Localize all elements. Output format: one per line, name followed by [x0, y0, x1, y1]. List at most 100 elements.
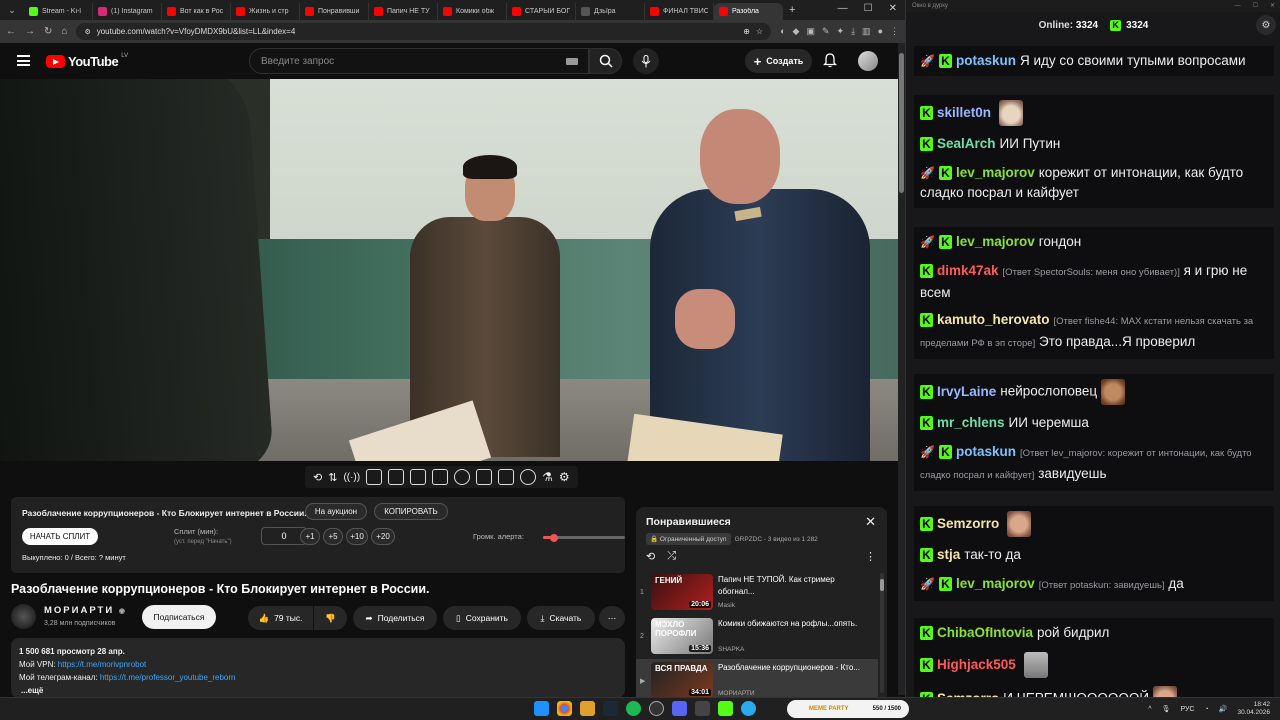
- audio-icon[interactable]: ((·)): [343, 472, 360, 483]
- browser-tab[interactable]: (1) Instagram: [93, 3, 162, 20]
- share-button[interactable]: ➦ Поделиться: [353, 606, 437, 630]
- back-icon[interactable]: ←: [6, 26, 16, 37]
- chat-username[interactable]: Highjack505: [937, 657, 1016, 672]
- subtitles-icon[interactable]: [432, 469, 449, 485]
- telegram-icon[interactable]: [741, 701, 756, 716]
- maximize-icon[interactable]: ☐: [1253, 0, 1258, 12]
- browser-tab[interactable]: СТАРЫЙ БОГ: [507, 3, 576, 20]
- browser-tab[interactable]: Разобла: [714, 3, 783, 20]
- site-info-icon[interactable]: ⚙: [84, 28, 90, 36]
- video-thumbnail[interactable]: ВСЯ ПРАВДА 34:01: [651, 662, 713, 697]
- chat-username[interactable]: lev_majorov: [956, 576, 1035, 591]
- chat-username[interactable]: skillet0n: [937, 105, 991, 120]
- sort-icon[interactable]: ⇅: [328, 471, 337, 484]
- voice-search-button[interactable]: [633, 48, 659, 74]
- save-button[interactable]: ▯ Сохранить: [443, 606, 521, 630]
- chat-username[interactable]: lev_majorov: [956, 234, 1035, 249]
- screenshot-icon[interactable]: [366, 469, 383, 485]
- extension-icon[interactable]: ▣: [806, 26, 815, 37]
- increment-10-button[interactable]: +10: [346, 528, 368, 545]
- loop-playlist-icon[interactable]: ⟲: [646, 550, 655, 563]
- playlist-scrollbar[interactable]: [880, 573, 884, 693]
- browser-tab[interactable]: Stream - Ki-l: [24, 3, 93, 20]
- spotify-icon[interactable]: [626, 701, 641, 716]
- profile-icon[interactable]: ●: [878, 26, 883, 37]
- browser-tab[interactable]: Вот как в Рос: [162, 3, 231, 20]
- close-icon[interactable]: ✕: [889, 3, 897, 14]
- mic-tray-icon[interactable]: 🎙: [1162, 705, 1171, 713]
- chat-username[interactable]: Semzorro: [937, 516, 999, 531]
- playlist-menu-icon[interactable]: ⋮: [865, 550, 876, 563]
- increment-20-button[interactable]: +20: [371, 528, 395, 545]
- chat-username[interactable]: ChibaOfIntovia: [937, 625, 1033, 640]
- close-icon[interactable]: ✕: [1270, 0, 1275, 12]
- video-thumbnail[interactable]: ГЕНИЙ 20:06: [651, 574, 713, 610]
- wifi-icon[interactable]: ◔: [1205, 706, 1209, 713]
- steam-icon[interactable]: [603, 701, 618, 716]
- tray-chevron-icon[interactable]: ^: [1148, 706, 1151, 713]
- like-button[interactable]: 👍 79 тыс.: [248, 606, 313, 630]
- discord-icon[interactable]: [672, 701, 687, 716]
- channel-avatar[interactable]: [11, 604, 36, 629]
- chat-username[interactable]: stja: [937, 547, 960, 562]
- loop-icon[interactable]: ⟲: [313, 471, 322, 484]
- new-tab-button[interactable]: +: [789, 4, 795, 16]
- bookmark-star-icon[interactable]: ☆: [756, 27, 763, 36]
- chat-username[interactable]: mr_chlens: [937, 415, 1005, 430]
- telegram-link[interactable]: https://t.me/professor_youtube_reborn: [100, 673, 236, 682]
- chat-settings-gear-icon[interactable]: ⚙: [1256, 15, 1276, 35]
- chat-username[interactable]: potaskun: [956, 444, 1016, 459]
- download-button[interactable]: ⤓ Скачать: [527, 606, 595, 630]
- keyboard-icon[interactable]: [566, 58, 578, 65]
- browser-tab[interactable]: Понравивши: [300, 3, 369, 20]
- page-scrollbar[interactable]: [898, 43, 905, 695]
- more-actions-button[interactable]: ⋯: [599, 606, 625, 630]
- minimize-icon[interactable]: —: [838, 3, 848, 14]
- browser-tab[interactable]: ФИНАЛ ТВИС: [645, 3, 714, 20]
- camera-icon[interactable]: [520, 469, 537, 485]
- copy-button[interactable]: КОПИРОВАТЬ: [374, 503, 448, 520]
- browser-tab[interactable]: Комики обж: [438, 3, 507, 20]
- chat-username[interactable]: kamuto_herovato: [937, 312, 1050, 327]
- chat-username[interactable]: dimk47ak: [937, 263, 999, 278]
- menu-dots-icon[interactable]: ⋮: [890, 26, 899, 37]
- search-button[interactable]: [589, 48, 622, 74]
- cinema-icon[interactable]: [498, 469, 515, 485]
- download-icon[interactable]: ⤓: [851, 26, 855, 37]
- playlist-item[interactable]: ▶ ВСЯ ПРАВДА 34:01 Разоблачение коррупционе…: [636, 659, 878, 697]
- flask-icon[interactable]: ⚗: [542, 470, 553, 484]
- shuffle-icon[interactable]: ⤮: [667, 550, 676, 563]
- hamburger-menu-icon[interactable]: [17, 55, 30, 66]
- user-avatar[interactable]: [858, 51, 878, 71]
- tab-search-icon[interactable]: ⌄: [4, 3, 20, 17]
- browser-tab[interactable]: Папич НЕ ТУ: [369, 3, 438, 20]
- app-icon[interactable]: [695, 701, 710, 716]
- chrome-icon[interactable]: [557, 701, 572, 716]
- add-box-icon[interactable]: [476, 469, 493, 485]
- search-input[interactable]: Введите запрос: [249, 48, 589, 74]
- youtube-logo[interactable]: YouTube LV: [46, 53, 128, 69]
- chat-username[interactable]: IrvyLaine: [937, 384, 996, 399]
- increment-1-button[interactable]: +1: [300, 528, 320, 545]
- meme-party-widget[interactable]: MEME PARTY 550 / 1500: [787, 700, 909, 718]
- chat-username[interactable]: SealArch: [937, 136, 996, 151]
- close-playlist-icon[interactable]: ✕: [865, 514, 876, 530]
- browser-tab[interactable]: Дзьїра: [576, 3, 645, 20]
- playlist-item[interactable]: 2 МЭХЛО ПОРОФЛИ 15:36 Комики обижаются на р…: [636, 615, 878, 659]
- dislike-button[interactable]: 👎: [314, 606, 347, 630]
- home-icon[interactable]: ⌂: [61, 26, 67, 37]
- subscribe-button[interactable]: Подписаться: [142, 605, 216, 629]
- browser-tab[interactable]: Жизнь и стр: [231, 3, 300, 20]
- increment-5-button[interactable]: +5: [323, 528, 343, 545]
- video-thumbnail[interactable]: МЭХЛО ПОРОФЛИ 15:36: [651, 618, 713, 654]
- alert-volume-slider[interactable]: [543, 533, 625, 542]
- film-icon[interactable]: [388, 469, 405, 485]
- create-button[interactable]: + Создать: [745, 49, 812, 73]
- channel-name[interactable]: МОРИАРТИ ◉: [44, 605, 127, 616]
- settings-gear-icon[interactable]: ⚙: [559, 470, 570, 484]
- extension-icon[interactable]: ◐: [780, 26, 785, 37]
- extensions-puzzle-icon[interactable]: ✦: [837, 26, 845, 37]
- obs-icon[interactable]: [649, 701, 664, 716]
- extension-icon[interactable]: ◆: [793, 26, 800, 37]
- start-split-button[interactable]: НАЧАТЬ СПЛИТ: [22, 528, 98, 545]
